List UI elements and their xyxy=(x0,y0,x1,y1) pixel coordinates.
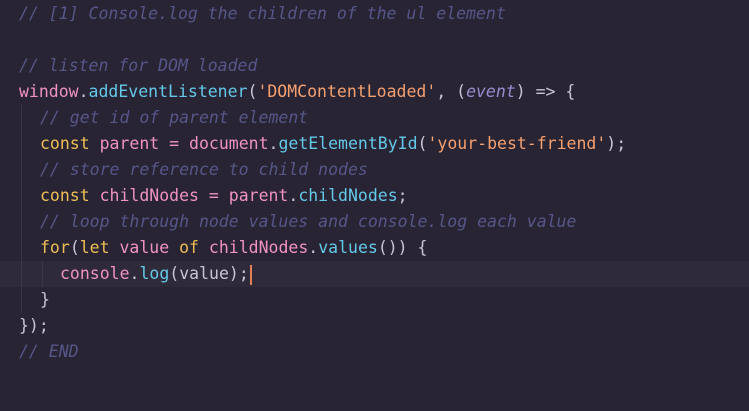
token-const: const xyxy=(40,134,90,153)
token-paren: ( xyxy=(69,238,80,257)
token-close: ); xyxy=(606,134,627,153)
comment: // END xyxy=(19,342,79,361)
token-parent: parent xyxy=(228,186,289,205)
token-close: ()) { xyxy=(377,238,428,257)
token-dot: . xyxy=(268,134,279,153)
code-line-10[interactable]: for(let value of childNodes.values()) { xyxy=(0,235,749,261)
token-child-nodes: childNodes xyxy=(99,186,199,205)
token-window: window xyxy=(19,82,79,101)
token-for: for xyxy=(40,238,70,257)
code-line-6[interactable]: const parent = document.getElementById('… xyxy=(0,131,749,157)
token-paren: ( xyxy=(417,134,428,153)
code-line-5[interactable]: // get id of parent element xyxy=(0,105,749,131)
token-value: value xyxy=(119,238,170,257)
indent-guide xyxy=(21,235,22,261)
code-line-7[interactable]: // store reference to child nodes xyxy=(0,157,749,183)
token-dot: . xyxy=(129,264,140,283)
token-dot: . xyxy=(78,82,89,101)
token-arrow: ) => { xyxy=(515,82,576,101)
indent-guide xyxy=(21,131,22,157)
token-of: of xyxy=(179,238,199,257)
indent-guide xyxy=(21,105,22,131)
indent-guide xyxy=(21,157,22,183)
indent-guide xyxy=(42,261,43,287)
indent-guide xyxy=(21,261,22,287)
code-editor[interactable]: // [1] Console.log the children of the u… xyxy=(0,0,749,411)
code-tokens: window.addEventListener('DOMContentLoade… xyxy=(19,79,575,105)
token-dot: . xyxy=(288,186,299,205)
comment: // store reference to child nodes xyxy=(40,160,368,179)
code-tokens: const parent = document.getElementById('… xyxy=(40,131,626,157)
token-dot: . xyxy=(308,238,319,257)
token-child-nodes-prop: childNodes xyxy=(298,186,398,205)
indent-guide xyxy=(21,287,22,313)
token-get-element-by-id: getElementById xyxy=(278,134,418,153)
token-parent: parent xyxy=(99,134,160,153)
token-log: log xyxy=(139,264,170,283)
token-equals: = xyxy=(169,134,180,153)
code-line-14[interactable]: // END xyxy=(0,339,749,365)
comment: // get id of parent element xyxy=(40,108,309,127)
text-cursor xyxy=(249,264,252,285)
token-child-nodes: childNodes xyxy=(208,238,309,257)
token-values: values xyxy=(318,238,378,257)
code-line-3[interactable]: // listen for DOM loaded xyxy=(0,53,749,79)
comment: // loop through node values and console.… xyxy=(40,212,577,231)
closing-brace: } xyxy=(40,290,50,309)
token-equals: = xyxy=(208,186,219,205)
code-line-12[interactable]: } xyxy=(0,287,749,313)
token-param-event: event xyxy=(466,82,516,101)
token-let: let xyxy=(79,238,110,257)
code-line-2[interactable] xyxy=(0,27,749,53)
token-paren: ( xyxy=(247,82,258,101)
code-line-11-active[interactable]: console.log(value); xyxy=(0,261,749,287)
code-line-13[interactable]: }); xyxy=(0,313,749,339)
token-semicolon: ; xyxy=(397,186,408,205)
comment: // [1] Console.log the children of the u… xyxy=(19,4,506,23)
comment: // listen for DOM loaded xyxy=(19,56,258,75)
token-args: (value); xyxy=(169,264,249,283)
code-line-4[interactable]: window.addEventListener('DOMContentLoade… xyxy=(0,79,749,105)
code-tokens: console.log(value); xyxy=(60,261,252,287)
code-line-9[interactable]: // loop through node values and console.… xyxy=(0,209,749,235)
indent-guide xyxy=(21,183,22,209)
code-tokens: const childNodes = parent.childNodes; xyxy=(40,183,408,209)
indent-guide xyxy=(21,209,22,235)
code-line-1[interactable]: // [1] Console.log the children of the u… xyxy=(0,1,749,27)
token-string: 'DOMContentLoaded' xyxy=(257,82,437,101)
token-add-event-listener: addEventListener xyxy=(88,82,248,101)
closing-brace: }); xyxy=(19,316,49,335)
token-const: const xyxy=(40,186,90,205)
token-string: 'your-best-friend' xyxy=(427,134,607,153)
code-line-8[interactable]: const childNodes = parent.childNodes; xyxy=(0,183,749,209)
code-tokens: for(let value of childNodes.values()) { xyxy=(40,235,427,261)
token-console: console xyxy=(60,264,130,283)
token-punct: , ( xyxy=(436,82,467,101)
token-document: document xyxy=(189,134,269,153)
